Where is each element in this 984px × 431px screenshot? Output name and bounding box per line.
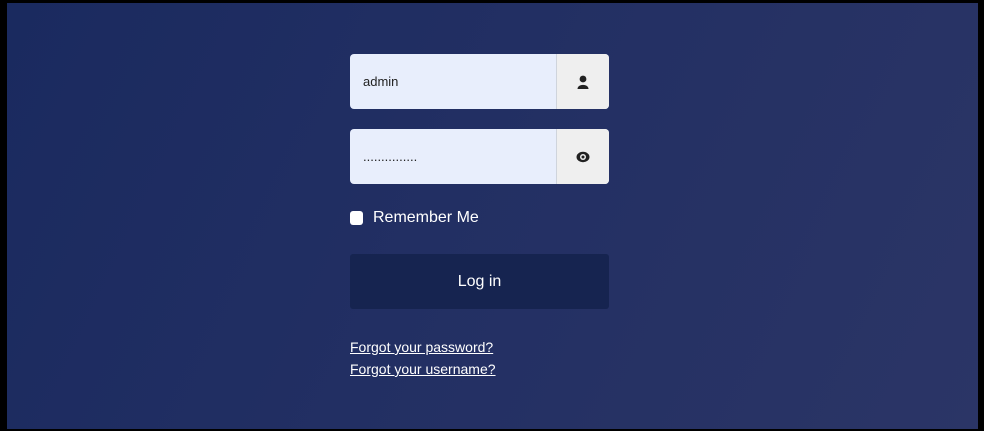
forgot-username-link[interactable]: Forgot your username?	[350, 358, 496, 380]
forgot-links: Forgot your password? Forgot your userna…	[350, 336, 496, 380]
forgot-password-link[interactable]: Forgot your password?	[350, 336, 496, 358]
username-input[interactable]	[350, 54, 556, 109]
username-field-group	[350, 54, 609, 109]
eye-icon[interactable]	[556, 129, 609, 184]
login-page: Remember Me Log in Forgot your password?…	[0, 0, 984, 431]
login-form: Remember Me Log in Forgot your password?…	[350, 54, 609, 377]
user-icon	[556, 54, 609, 109]
password-field-group	[350, 129, 609, 184]
password-input[interactable]	[350, 129, 556, 184]
remember-me-checkbox[interactable]	[350, 211, 363, 225]
remember-me[interactable]: Remember Me	[350, 209, 479, 227]
remember-me-label: Remember Me	[373, 209, 479, 226]
login-button[interactable]: Log in	[350, 254, 609, 309]
